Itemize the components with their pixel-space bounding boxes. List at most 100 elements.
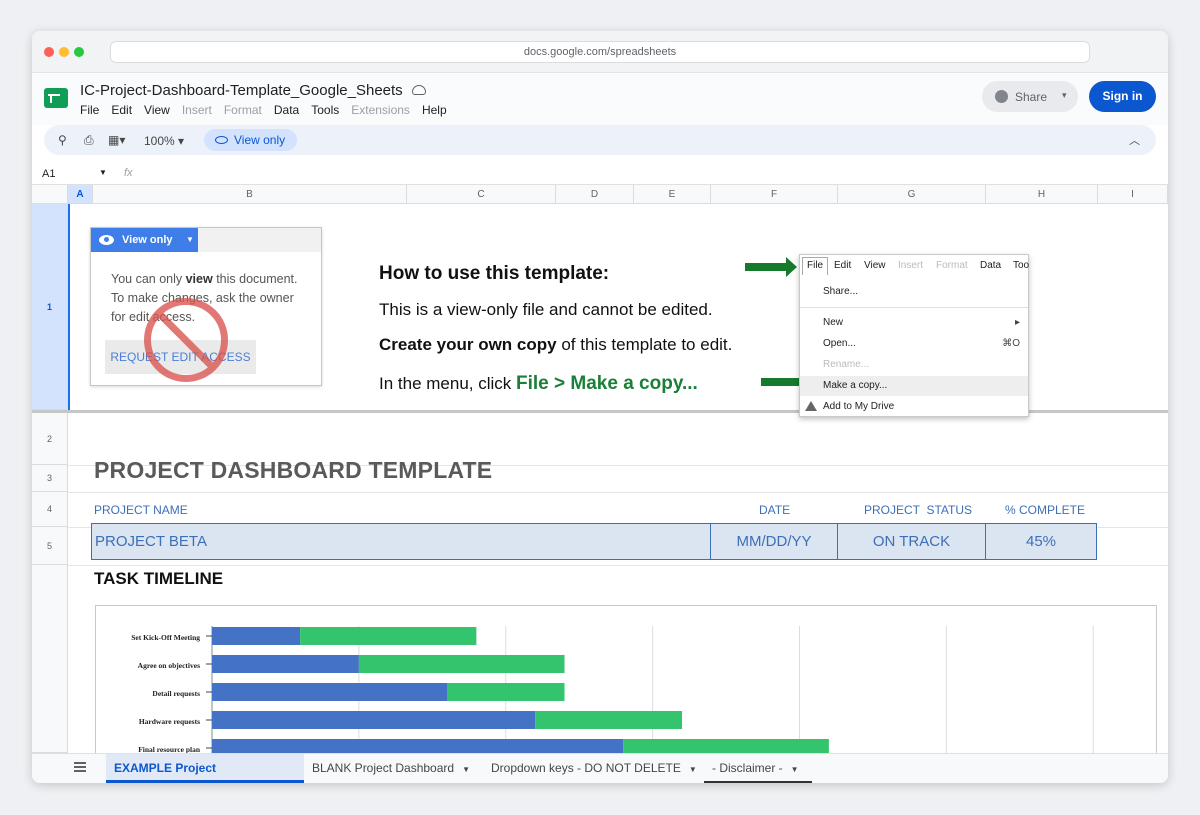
name-box[interactable]: A1 xyxy=(42,168,55,180)
column-header-a[interactable]: A xyxy=(68,185,93,204)
chevron-down-icon[interactable]: ▼ xyxy=(791,765,799,774)
column-header-c[interactable]: C xyxy=(407,185,556,204)
project-info-row[interactable]: PROJECT BETA MM/DD/YY ON TRACK 45% xyxy=(91,523,1097,560)
print-icon[interactable]: ⎙ xyxy=(84,133,94,148)
sheet-grid[interactable]: A B C D E F G H I 1 2 3 4 5 View only ▼ … xyxy=(32,185,1168,753)
menu-file-illustration: File xyxy=(802,257,829,275)
tab-disclaimer[interactable]: - Disclaimer - ▼ xyxy=(704,754,812,783)
chart-bar-series-2[interactable] xyxy=(358,655,565,673)
task-timeline-chart[interactable]: Set Kick-Off Meeting Agree on objectives D… xyxy=(95,605,1157,753)
chart-bar-series-1[interactable] xyxy=(212,627,301,645)
chart-bar-series-1[interactable] xyxy=(212,683,447,701)
menu-file[interactable]: File xyxy=(80,103,99,117)
cloud-status-icon[interactable] xyxy=(412,85,426,95)
menu-open-shortcut: ⌘O xyxy=(1002,338,1020,349)
column-header-h[interactable]: H xyxy=(986,185,1098,204)
view-only-label: View only xyxy=(234,133,286,147)
chevron-down-icon[interactable]: ▼ xyxy=(689,765,697,774)
globe-icon xyxy=(995,90,1008,103)
menu-tools[interactable]: Tools xyxy=(311,103,339,117)
row-header-5[interactable]: 5 xyxy=(32,527,68,565)
fx-icon: fx xyxy=(124,167,133,179)
row-header-1[interactable]: 1 xyxy=(32,204,68,410)
column-header-i[interactable]: I xyxy=(1098,185,1168,204)
format-painter-icon[interactable]: ▦▾ xyxy=(108,133,125,147)
minimize-window-button[interactable] xyxy=(59,47,69,57)
tab-example-project-dashboard[interactable]: EXAMPLE Project Dashboard▼ xyxy=(106,754,304,783)
menu-data[interactable]: Data xyxy=(274,103,299,117)
column-header-e[interactable]: E xyxy=(634,185,711,204)
message-prefix: You can only xyxy=(111,272,186,286)
chevron-down-icon[interactable]: ▾ xyxy=(1062,90,1067,101)
row-gridline xyxy=(68,492,1168,493)
arrow-right-icon xyxy=(745,257,797,277)
view-only-button-label: View only xyxy=(122,234,173,246)
zoom-value: 100% xyxy=(144,134,175,148)
doc-header: IC-Project-Dashboard-Template_Google_She… xyxy=(32,73,1168,125)
search-icon[interactable]: ⚲ xyxy=(58,133,67,147)
instructions-line-3-green: File > Make a copy... xyxy=(516,373,698,394)
url-bar[interactable]: docs.google.com/spreadsheets xyxy=(110,41,1090,63)
chart-bar-series-1[interactable] xyxy=(212,711,536,729)
chart-category-label: Final resource plan xyxy=(138,745,201,753)
tab-blank-project-dashboard[interactable]: BLANK Project Dashboard ▼ xyxy=(304,754,480,783)
instructions-line-2-rest: of this template to edit. xyxy=(556,335,733,354)
chevron-up-icon[interactable]: ︿ xyxy=(1129,132,1140,148)
maximize-window-button[interactable] xyxy=(74,47,84,57)
sign-in-button[interactable]: Sign in xyxy=(1089,81,1156,112)
chart-bar-series-1[interactable] xyxy=(212,739,624,753)
chart-bar-series-1[interactable] xyxy=(212,655,359,673)
all-sheets-menu-icon[interactable] xyxy=(74,762,86,772)
share-button[interactable]: Share ▾ xyxy=(982,81,1078,112)
chevron-down-icon[interactable]: ▼ xyxy=(462,765,470,774)
chart-canvas: Set Kick-Off Meeting Agree on objectives D… xyxy=(131,626,1094,753)
doc-title[interactable]: IC-Project-Dashboard-Template_Google_She… xyxy=(80,82,403,99)
tab-dropdown-keys[interactable]: Dropdown keys - DO NOT DELETE ▼ xyxy=(483,754,705,783)
menu-make-copy-illustration: Make a copy... xyxy=(823,380,888,391)
instructions-line-3: In the menu, click File > Make a copy... xyxy=(379,373,698,395)
column-header-b[interactable]: B xyxy=(93,185,407,204)
file-menu-illustration: File Edit View Insert Format Data Too Sh… xyxy=(799,254,1029,417)
chart-category-label: Agree on objectives xyxy=(138,661,200,670)
menu-view[interactable]: View xyxy=(144,103,170,117)
instructions-line-3-prefix: In the menu, click xyxy=(379,374,517,393)
menu-help[interactable]: Help xyxy=(422,103,447,117)
chart-category-label: Hardware requests xyxy=(139,717,200,726)
browser-window: docs.google.com/spreadsheets IC-Project-… xyxy=(32,31,1168,783)
chart-bar-series-2[interactable] xyxy=(535,711,682,729)
select-all-corner[interactable] xyxy=(32,185,68,204)
date-cell[interactable]: MM/DD/YY xyxy=(711,524,838,559)
menu-share-illustration: Share... xyxy=(823,286,859,297)
instructions-line-1: This is a view-only file and cannot be e… xyxy=(379,300,713,319)
chart-bar-series-2[interactable] xyxy=(447,683,565,701)
chart-bar-series-2[interactable] xyxy=(300,627,477,645)
chevron-down-icon[interactable]: ▼ xyxy=(99,168,107,177)
status-cell[interactable]: ON TRACK xyxy=(838,524,986,559)
sheets-logo-icon[interactable] xyxy=(44,88,68,108)
column-header-f[interactable]: F xyxy=(711,185,838,204)
row-header-6[interactable] xyxy=(32,565,68,753)
drive-icon xyxy=(805,401,817,411)
row-header-3[interactable]: 3 xyxy=(32,465,68,492)
menu-divider xyxy=(800,307,1028,308)
tab-label: Dropdown keys - DO NOT DELETE xyxy=(491,761,681,775)
toolbar: ⚲ ⎙ ▦▾ 100% ▾ View only ︿ xyxy=(44,125,1156,155)
zoom-select[interactable]: 100% ▾ xyxy=(144,134,184,148)
menu-bar-illustration: File Edit View Insert Format Data Too xyxy=(800,255,1029,275)
close-window-button[interactable] xyxy=(44,47,54,57)
percent-complete-cell[interactable]: 45% xyxy=(986,524,1096,559)
project-name-cell[interactable]: PROJECT BETA xyxy=(92,524,711,559)
tab-label: EXAMPLE Project Dashboard xyxy=(114,761,217,775)
chart-category-label: Detail requests xyxy=(152,689,200,698)
chart-bar-series-2[interactable] xyxy=(623,739,829,753)
task-timeline-title: TASK TIMELINE xyxy=(94,569,224,588)
menu-add-drive-illustration: Add to My Drive xyxy=(823,401,895,412)
column-header-g[interactable]: G xyxy=(838,185,986,204)
column-header-d[interactable]: D xyxy=(556,185,634,204)
row-header-4[interactable]: 4 xyxy=(32,492,68,527)
menu-edit[interactable]: Edit xyxy=(111,103,132,117)
arrow-right-icon xyxy=(761,372,813,392)
row-header-2[interactable]: 2 xyxy=(32,413,68,465)
share-label: Share xyxy=(1015,90,1048,104)
view-only-chip[interactable]: View only xyxy=(204,129,298,151)
